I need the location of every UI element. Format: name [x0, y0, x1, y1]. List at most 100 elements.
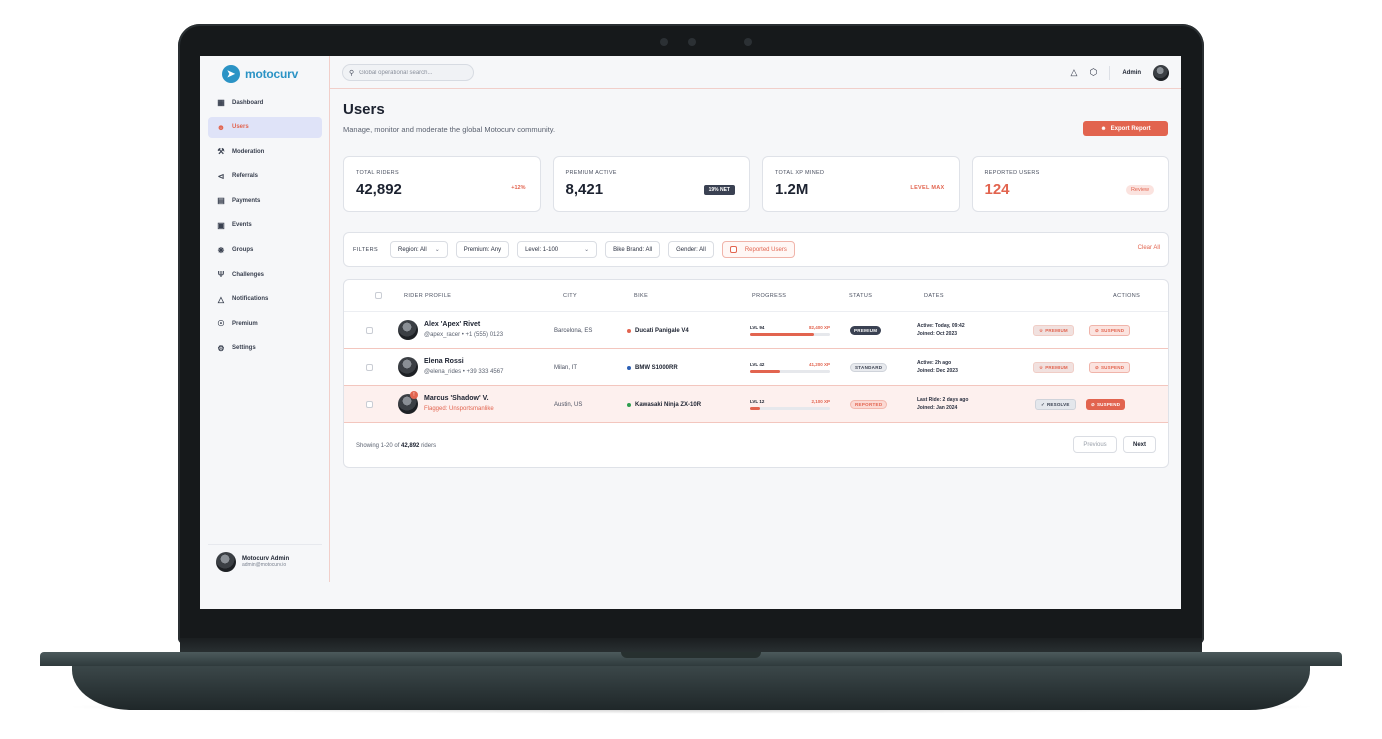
sidebar-item-challenges[interactable]: Ψ Challenges [208, 264, 322, 285]
stat-label: PREMIUM ACTIVE [565, 170, 617, 176]
search-input[interactable] [359, 69, 460, 76]
progress-fill [750, 407, 760, 410]
stat-label: TOTAL RIDERS [356, 170, 399, 176]
stat-badge: 19% NET [703, 185, 735, 195]
stat-label: TOTAL XP MINED [775, 170, 825, 176]
suspend-button[interactable]: ⊘ SUSPEND [1089, 325, 1131, 336]
action-label: PREMIUM [1045, 328, 1068, 333]
sidebar-item-settings[interactable]: ⚙ Settings [208, 338, 322, 359]
bike-color-dot [627, 329, 631, 333]
table-row[interactable]: Alex 'Apex' Rivet @apex_racer • +1 (555)… [344, 312, 1168, 349]
clear-all-link[interactable]: Clear All [1138, 245, 1160, 251]
admin-avatar[interactable] [1153, 64, 1169, 81]
settings-hex-icon[interactable]: ⬡ [1089, 67, 1097, 78]
topbar-actions: △ ⬡ Admin [1071, 64, 1169, 81]
showing-prefix: Showing 1-20 of [356, 443, 400, 449]
camera-dot-left [660, 38, 668, 46]
bike-name: Ducati Panigale V4 [635, 328, 689, 334]
joined-date: Joined: Jan 2024 [917, 405, 958, 411]
progress-fill [750, 333, 814, 336]
sidebar-item-events[interactable]: ▣ Events [208, 215, 322, 236]
sidebar: ➤ motocurv ▦ Dashboard ☻ Users ⚒ Moderat… [200, 56, 330, 582]
groups-network-icon: ❋ [217, 245, 225, 255]
status-badge: STANDARD [850, 363, 888, 372]
export-report-button[interactable]: ☻ Export Report [1083, 121, 1168, 136]
row-checkbox[interactable] [366, 327, 373, 334]
payments-icon: ▤ [217, 196, 225, 206]
rider-handle: @apex_racer • +1 (555) 0123 [424, 332, 504, 338]
select-all-checkbox[interactable] [375, 292, 382, 299]
next-page-button[interactable]: Next [1123, 436, 1156, 453]
app-screen: ➤ motocurv ▦ Dashboard ☻ Users ⚒ Moderat… [200, 56, 1181, 609]
joined-date: Joined: Oct 2023 [917, 331, 958, 337]
badge-icon: ☉ [217, 319, 225, 329]
sidebar-item-dashboard[interactable]: ▦ Dashboard [208, 92, 322, 113]
column-header: RIDER PROFILE [404, 293, 452, 299]
bike-name: BMW S1000RR [635, 365, 678, 371]
sidebar-item-users[interactable]: ☻ Users [208, 116, 322, 138]
flag-reason: Flagged: Unsportsmanlike [424, 406, 494, 412]
bike-color-dot [627, 403, 631, 407]
bell-icon[interactable]: △ [1071, 67, 1078, 78]
rider-name[interactable]: Alex 'Apex' Rivet [424, 321, 480, 328]
progress-fill [750, 370, 780, 373]
reported-checkbox[interactable] [729, 246, 737, 253]
stat-value: 124 [984, 181, 1010, 198]
stat-card-total-xp: TOTAL XP MINED 1.2M LEVEL MAX [762, 156, 960, 212]
suspend-button[interactable]: ⊘ SUSPEND [1089, 362, 1131, 373]
table-row[interactable]: ! Marcus 'Shadow' V. Flagged: Unsportsma… [344, 386, 1168, 423]
star-icon: ☆ [1039, 327, 1044, 333]
add-user-icon: ☻ [1100, 125, 1107, 132]
ban-icon: ⊘ [1091, 401, 1095, 407]
filter-gender[interactable]: Gender: All [668, 241, 714, 258]
sidebar-item-payments[interactable]: ▤ Payments [208, 190, 322, 211]
resolve-button[interactable]: ✓ RESOLVE [1035, 399, 1076, 410]
review-button[interactable]: Review [1125, 185, 1154, 195]
sidebar-item-groups[interactable]: ❋ Groups [208, 240, 322, 261]
table-row[interactable]: Elena Rossi @elena_rides • +39 333 4567 … [344, 349, 1168, 386]
search-box[interactable]: ⚲ [342, 64, 474, 81]
progress-bar [750, 333, 830, 336]
chevron-down-icon: ⌄ [434, 247, 440, 253]
laptop-mockup: ➤ motocurv ▦ Dashboard ☻ Users ⚒ Moderat… [0, 0, 1382, 739]
rider-city: Milan, IT [554, 365, 578, 371]
suspend-button[interactable]: ⊘ SUSPEND [1086, 399, 1126, 410]
camera-lens [688, 38, 696, 46]
rider-handle: @elena_rides • +39 333 4567 [424, 369, 504, 375]
action-label: PREMIUM [1045, 365, 1068, 370]
previous-page-button[interactable]: Previous [1073, 436, 1117, 453]
sidebar-item-label: Settings [232, 345, 256, 352]
stat-label: REPORTED USERS [984, 170, 1040, 176]
grant-premium-button[interactable]: ☆ PREMIUM [1033, 362, 1074, 373]
column-header: ACTIONS [1113, 293, 1141, 299]
topbar: ⚲ △ ⬡ Admin [330, 56, 1181, 89]
sidebar-item-premium[interactable]: ☉ Premium [208, 313, 322, 334]
column-header: DATES [924, 293, 944, 299]
row-checkbox[interactable] [366, 401, 373, 408]
sidebar-item-referrals[interactable]: ⊲ Referrals [208, 166, 322, 187]
filter-bike-brand[interactable]: Bike Brand: All [605, 241, 661, 258]
stat-value: 42,892 [356, 181, 402, 198]
sidebar-profile[interactable]: Motocurv Admin admin@motocurv.io [208, 544, 322, 578]
sidebar-item-moderation[interactable]: ⚒ Moderation [208, 141, 322, 162]
xp-label: 2,100 XP [811, 399, 830, 404]
progress-bar [750, 370, 830, 373]
filter-level[interactable]: Level: 1-100 ⌄ [517, 241, 598, 258]
rider-name[interactable]: Marcus 'Shadow' V. [424, 395, 489, 402]
search-icon: ⚲ [349, 69, 355, 77]
filter-region[interactable]: Region: All ⌄ [390, 241, 448, 258]
filter-premium[interactable]: Premium: Any [455, 241, 510, 258]
sidebar-item-notifications[interactable]: △ Notifications [208, 289, 322, 310]
bike-color-dot [627, 366, 631, 370]
grant-premium-button[interactable]: ☆ PREMIUM [1033, 325, 1074, 336]
sidebar-item-label: Notifications [232, 296, 269, 303]
filter-reported-users[interactable]: Reported Users [721, 241, 795, 258]
ban-icon: ⊘ [1095, 327, 1099, 333]
level-label: LVL 42 [750, 362, 765, 367]
table-header: RIDER PROFILE CITY BIKE PROGRESS STATUS … [344, 280, 1168, 312]
row-checkbox[interactable] [366, 364, 373, 371]
brand-logo[interactable]: ➤ motocurv [222, 65, 298, 83]
stat-card-reported-users: REPORTED USERS 124 Review [971, 156, 1169, 212]
rider-name[interactable]: Elena Rossi [424, 358, 464, 365]
chip-label: Premium: Any [463, 246, 502, 253]
